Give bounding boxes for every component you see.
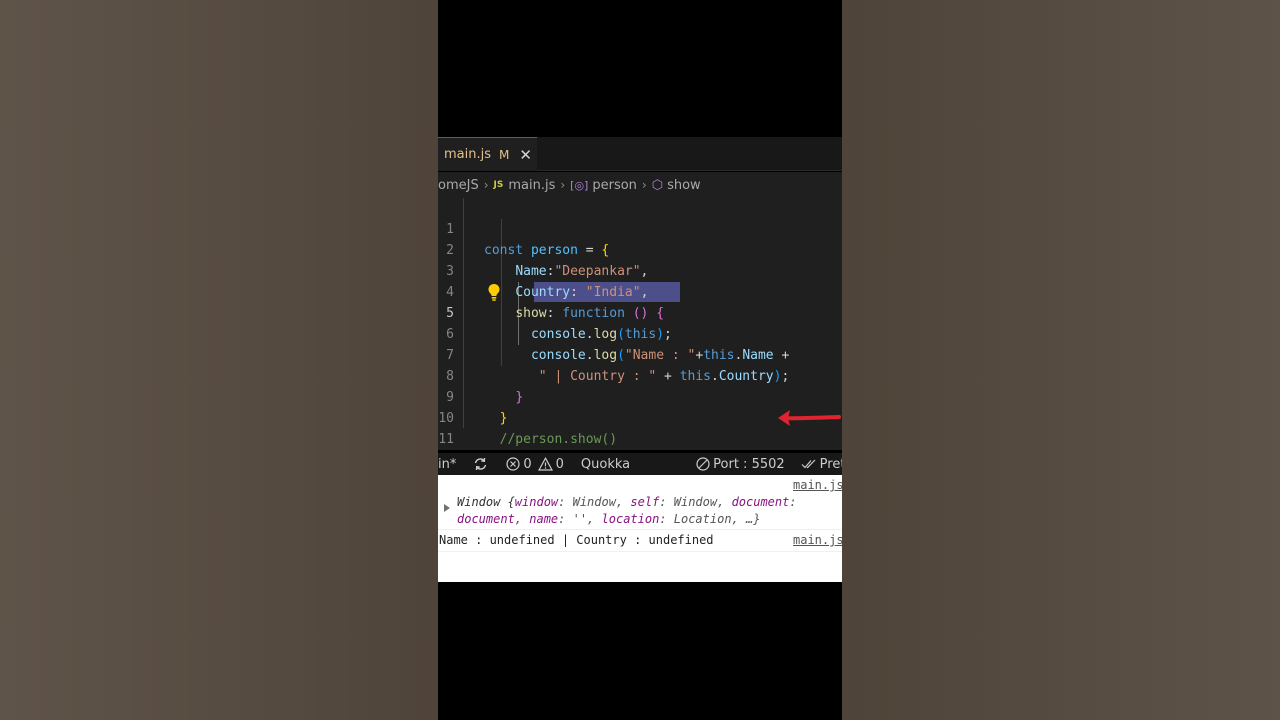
red-arrow-annotation	[778, 410, 841, 426]
video-frame: main.js M ✕ omeJS › JS main.js › [◎] per…	[438, 0, 842, 720]
code-line: 4 show: function () {	[438, 261, 842, 321]
sync-button[interactable]	[473, 457, 488, 471]
code-editor[interactable]: 1 const person = { 2 Name:"Deepankar", 3…	[438, 198, 842, 450]
console-object-entry[interactable]: Window {window: Window, self: Window, do…	[457, 494, 827, 528]
breadcrumb-file[interactable]: main.js	[508, 178, 555, 193]
object-key: self	[630, 495, 660, 509]
source-link[interactable]: main.js	[793, 533, 842, 547]
prettier-status[interactable]: Pret	[801, 457, 842, 472]
source-link[interactable]: main.js	[793, 478, 842, 492]
object-key: window	[514, 495, 559, 509]
code-line: 2 Name:"Deepankar",	[438, 219, 842, 279]
code-text: //person.show()	[499, 432, 618, 447]
breadcrumb: omeJS › JS main.js › [◎] person › ⬡ show	[438, 172, 842, 198]
code-line: 1 const person = {	[438, 198, 842, 258]
chevron-right-icon: ›	[641, 178, 647, 192]
object-value: : Window,	[659, 495, 732, 509]
chevron-right-icon: ›	[560, 178, 566, 192]
console-divider	[438, 529, 842, 530]
object-value: : '',	[558, 512, 602, 526]
breadcrumb-symbol[interactable]: person	[592, 178, 637, 193]
object-value: :	[789, 495, 797, 509]
port-label: Port : 5502	[713, 456, 785, 472]
tab-main-js[interactable]: main.js M ✕	[438, 137, 537, 171]
method-cube-icon: ⬡	[651, 177, 664, 193]
object-value: : Location, …}	[659, 512, 761, 526]
console-log-entry: Name : undefined | Country : undefined	[439, 533, 714, 547]
branch-name: in*	[438, 456, 457, 472]
sync-icon	[475, 457, 487, 471]
double-check-icon	[801, 459, 816, 469]
status-bar: in* 0 0 Quokka Port: 5502 Pre	[438, 453, 842, 475]
code-line: 8 }	[438, 345, 842, 405]
warning-count: 0	[555, 456, 564, 472]
object-value: ,	[514, 512, 530, 526]
quokka-status[interactable]: Quokka	[581, 457, 630, 472]
modified-indicator: M	[499, 147, 510, 162]
live-server-port[interactable]: Port : 5502	[696, 457, 785, 472]
object-key: document	[731, 495, 790, 509]
editor-tab-bar: main.js M ✕	[438, 137, 842, 171]
blocked-circle-icon	[696, 457, 710, 471]
error-count: 0	[523, 456, 532, 472]
object-value: : Window,	[558, 495, 631, 509]
chevron-right-icon: ›	[483, 178, 489, 192]
code-line: 7 " | Country : " + this.Country);	[438, 324, 842, 384]
expand-triangle-icon[interactable]	[444, 504, 450, 512]
object-key: location	[601, 512, 660, 526]
error-icon	[506, 457, 520, 471]
branch-indicator[interactable]: in*	[438, 457, 456, 472]
warning-icon	[537, 457, 553, 471]
object-prefix: Window {	[457, 495, 515, 509]
variable-symbol-icon: [◎]	[570, 178, 589, 192]
problems-indicator[interactable]: 0 0	[506, 457, 564, 472]
close-icon[interactable]: ✕	[519, 146, 532, 164]
object-key: name	[529, 512, 559, 526]
console-divider	[438, 551, 842, 552]
devtools-console[interactable]: main.js Window {window: Window, self: Wi…	[438, 475, 842, 582]
code-line: 6 console.log("Name : "+this.Name +	[438, 303, 842, 363]
prettier-label: Pret	[819, 456, 842, 472]
code-line: 9 }	[438, 366, 842, 426]
code-line: 3 Country: "India",	[438, 240, 842, 300]
javascript-file-icon: JS	[493, 180, 504, 190]
breadcrumb-method[interactable]: show	[667, 178, 701, 193]
breadcrumb-folder[interactable]: omeJS	[438, 178, 479, 193]
code-line-active: 5 console.log(this);	[438, 282, 842, 342]
tab-filename: main.js	[444, 147, 491, 162]
object-key: document	[457, 512, 515, 526]
line-number: 11	[438, 432, 454, 447]
